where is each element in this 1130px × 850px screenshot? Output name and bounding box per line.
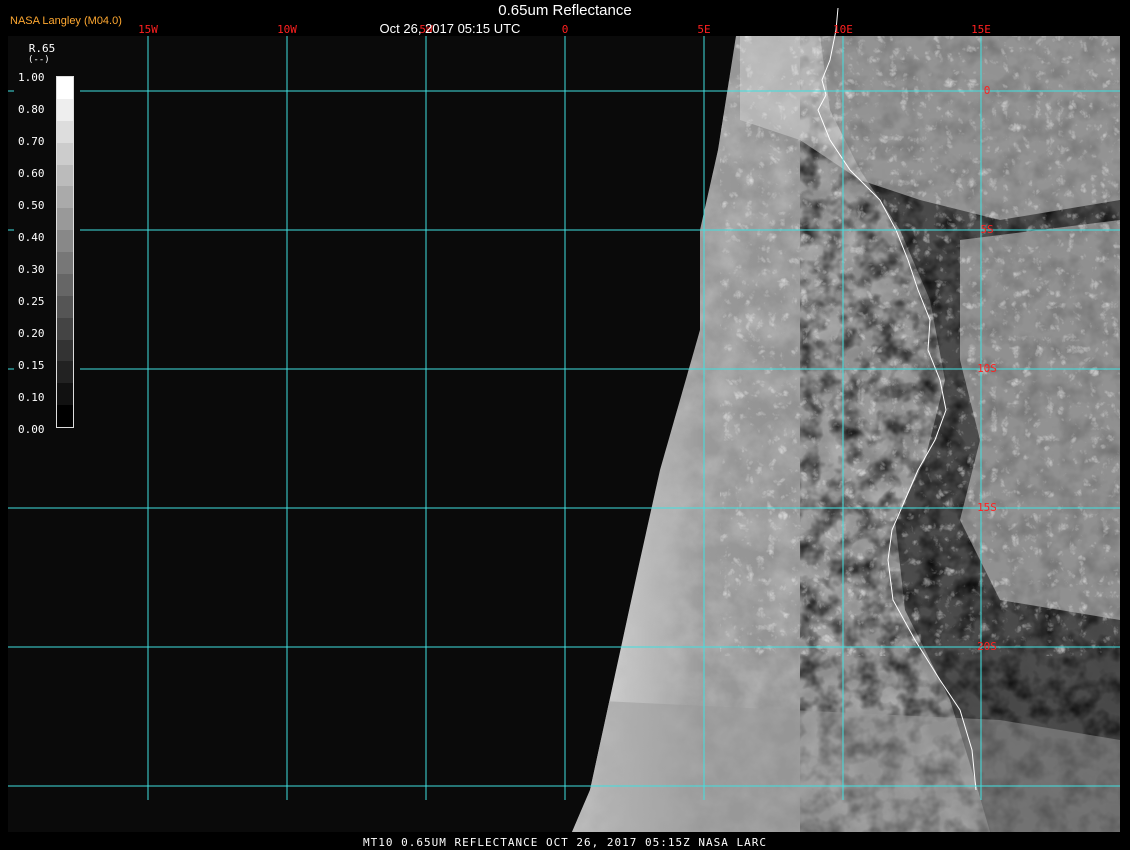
legend-tick-label: 0.00 — [18, 423, 45, 436]
longitude-label: 15E — [971, 23, 991, 36]
legend-ramp-step — [57, 252, 73, 274]
latitude-label: 10S — [977, 362, 997, 375]
legend-tick-label: 0.60 — [18, 167, 45, 180]
latitude-label: 0 — [984, 84, 991, 97]
legend-ramp-step — [57, 317, 73, 340]
legend-ramp-step — [57, 230, 73, 252]
legend-tick-label: 0.30 — [18, 263, 45, 276]
legend-ramp-step — [57, 186, 73, 209]
latitude-label: 20S — [977, 640, 997, 653]
latitude-label: 15S — [977, 501, 997, 514]
satellite-reflectance-map: 15W 10W 5W 0 5E 10E 15E05S10S15S20S — [0, 0, 1130, 850]
legend-ramp-step — [57, 383, 73, 406]
legend-tick-label: 0.25 — [18, 295, 45, 308]
satellite-image-viewer: 15W 10W 5W 0 5E 10E 15E 0 5S 10S 15S 20S NASA Langl… — [0, 0, 1130, 850]
latitude-label: 5S — [980, 223, 993, 236]
bright-cloud-texture — [720, 36, 1120, 656]
legend-ramp-step — [57, 295, 73, 318]
legend-tick-label: 0.70 — [18, 135, 45, 148]
legend-color-ramp — [56, 76, 74, 428]
footer-caption: MT10 0.65UM REFLECTANCE OCT 26, 2017 05:… — [363, 836, 767, 849]
legend-ramp-step — [57, 339, 73, 362]
legend-tick-label: 0.10 — [18, 391, 45, 404]
legend-tick-label: 0.15 — [18, 359, 45, 372]
legend-ramp-step — [57, 164, 73, 187]
legend-tick-label: 0.50 — [18, 199, 45, 212]
legend-ramp-step — [57, 120, 73, 143]
legend-ramp-step — [57, 208, 73, 231]
legend-ramp-step — [57, 273, 73, 296]
legend-tick-label: 1.00 — [18, 71, 45, 84]
legend-units: (--) — [28, 55, 50, 65]
legend-ramp-step — [57, 77, 73, 99]
image-timestamp: Oct 26, 2017 05:15 UTC — [379, 21, 521, 36]
image-title: 0.65um Reflectance — [498, 2, 632, 19]
legend-ramp-step — [57, 98, 73, 121]
legend-ramp-step — [57, 142, 73, 165]
legend-ramp-step — [57, 361, 73, 384]
legend-tick-label: 0.20 — [18, 327, 45, 340]
legend-ramp-step — [57, 405, 73, 427]
legend-tick-label: 0.80 — [18, 103, 45, 116]
legend-tick-label: 0.40 — [18, 231, 45, 244]
legend-title: R.65 — [28, 42, 56, 55]
color-scale-legend: R.65 (--) 1.00 0.80 0.70 0.60 0.50 0.40 0.30 0.… — [14, 38, 80, 442]
